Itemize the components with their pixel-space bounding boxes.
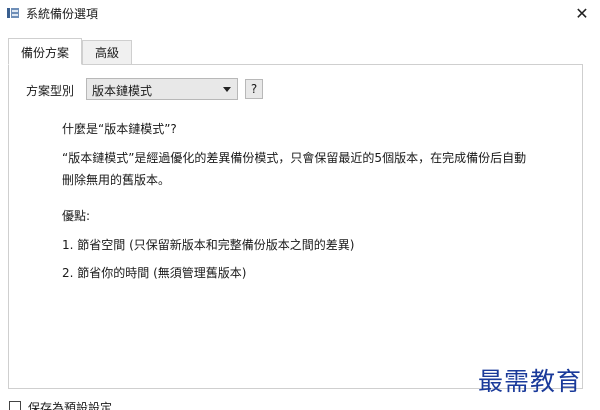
tab-panel-backup-scheme: 方案型別 版本鏈模式 ? 什麼是“版本鏈模式”? “版本鏈模式”是經過優化的差異… (8, 64, 583, 389)
watermark-logo: 最需教育 (478, 367, 583, 396)
backup-options-window: 系統備份選項 ✕ 備份方案 高級 方案型別 版本鏈模式 ? 什麼是“版本鏈模式”… (0, 0, 600, 410)
window-title: 系統備份選項 (26, 7, 99, 21)
save-as-default-label: 保存為預設設定 (28, 401, 113, 410)
tab-backup-scheme[interactable]: 備份方案 (8, 38, 82, 65)
scheme-type-label: 方案型別 (26, 84, 75, 98)
tab-advanced[interactable]: 高級 (82, 40, 132, 65)
close-icon: ✕ (575, 4, 589, 23)
title-bar: 系統備份選項 ✕ (0, 0, 600, 28)
help-button[interactable]: ? (245, 79, 263, 99)
scheme-type-value: 版本鏈模式 (92, 84, 153, 98)
advantages-title: 優點: (62, 209, 91, 223)
save-as-default-checkbox[interactable] (9, 401, 21, 410)
scheme-type-select[interactable]: 版本鏈模式 (86, 78, 238, 100)
advantage-item: 1. 節省空間 (只保留新版本和完整備份版本之間的差異) (62, 238, 355, 252)
description-question: 什麼是“版本鏈模式”? (62, 122, 177, 136)
tab-label: 備份方案 (20, 46, 69, 60)
advantage-item: 2. 節省你的時間 (無須管理舊版本) (62, 266, 247, 280)
close-button[interactable]: ✕ (564, 0, 600, 28)
description-explanation: “版本鏈模式”是經過優化的差異備份模式，只會保留最近的5個版本，在完成備份后自動… (62, 151, 527, 187)
tab-label: 高級 (94, 46, 119, 60)
backup-app-icon (7, 8, 19, 18)
chevron-down-icon (223, 87, 231, 92)
